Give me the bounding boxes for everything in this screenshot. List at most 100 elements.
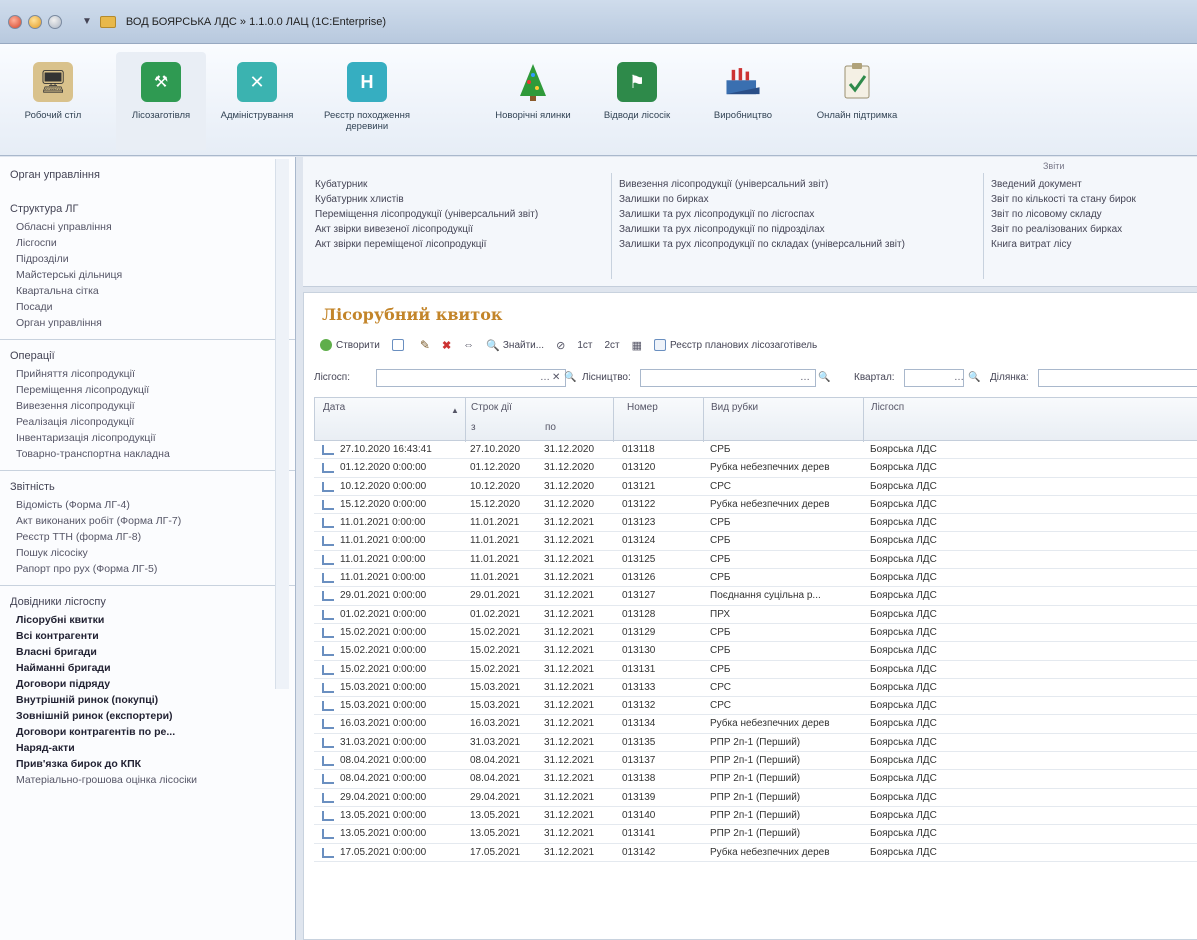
- column-header-to[interactable]: по: [545, 422, 556, 433]
- table-row[interactable]: 13.05.2021 0:00:00 13.05.2021 31.12.2021 01…: [314, 825, 1197, 844]
- table-row[interactable]: 08.04.2021 0:00:00 08.04.2021 31.12.2021 01…: [314, 752, 1197, 771]
- copy-button[interactable]: [391, 339, 408, 351]
- lisnytstvo-filter-input[interactable]: [640, 369, 816, 387]
- ribbon-item-desktop[interactable]: 🖥 Робочий стіл: [8, 58, 98, 121]
- function-link[interactable]: Книга витрат лісу: [991, 237, 1136, 252]
- table-row[interactable]: 11.01.2021 0:00:00 11.01.2021 31.12.2021 01…: [314, 514, 1197, 533]
- table-row[interactable]: 31.03.2021 0:00:00 31.03.2021 31.12.2021 01…: [314, 734, 1197, 753]
- delete-button[interactable]: ✖: [442, 339, 451, 352]
- ribbon-item-online-support[interactable]: Онлайн підтримка: [812, 58, 902, 121]
- function-link[interactable]: Залишки по бирках: [619, 192, 905, 207]
- ribbon-item-wood-origin-register[interactable]: H Реєстр походження деревини: [322, 58, 412, 132]
- forestry-filter-select-button[interactable]: …: [540, 372, 550, 383]
- table-row[interactable]: 15.03.2021 0:00:00 15.03.2021 31.12.2021 01…: [314, 697, 1197, 716]
- second-stage-button[interactable]: 2ст: [604, 340, 619, 351]
- quarter-filter-open-icon[interactable]: 🔍: [968, 372, 980, 383]
- sidebar-item-contracts[interactable]: Договори підряду: [16, 676, 295, 692]
- sidebar-item-form-lg4[interactable]: Відомість (Форма ЛГ-4): [16, 497, 295, 513]
- sidebar-item-domestic-market[interactable]: Внутрішній ринок (покупці): [16, 692, 295, 708]
- table-row[interactable]: 29.01.2021 0:00:00 29.01.2021 31.12.2021 01…: [314, 587, 1197, 606]
- cancel-search-button[interactable]: ⊘: [556, 339, 565, 352]
- sidebar-item-tag-binding[interactable]: Прив'язка бирок до КПК: [16, 756, 295, 772]
- forestry-filter-open-icon[interactable]: 🔍: [564, 372, 576, 383]
- table-row[interactable]: 17.05.2021 0:00:00 17.05.2021 31.12.2021 01…: [314, 844, 1197, 862]
- function-link[interactable]: Звіт по лісовому складу: [991, 207, 1136, 222]
- function-link[interactable]: Залишки та рух лісопродукції по складах …: [619, 237, 905, 252]
- folder-icon[interactable]: [99, 15, 116, 28]
- ribbon-item-production[interactable]: Виробництво: [698, 58, 788, 121]
- sidebar-scrollbar[interactable]: [275, 159, 289, 689]
- function-link[interactable]: Акт звірки вивезеної лісопродукції: [315, 222, 538, 237]
- table-row[interactable]: 11.01.2021 0:00:00 11.01.2021 31.12.2021 01…: [314, 551, 1197, 570]
- function-link[interactable]: Вивезення лісопродукції (універсальний з…: [619, 177, 905, 192]
- function-link[interactable]: Кубатурник: [315, 177, 538, 192]
- sidebar-item-receipt[interactable]: Прийняття лісопродукції: [16, 366, 295, 382]
- table-row[interactable]: 27.10.2020 16:43:41 27.10.2020 31.12.2020 0…: [314, 441, 1197, 460]
- find-button[interactable]: 🔍 Знайти...: [486, 339, 544, 352]
- sort-asc-icon[interactable]: ▲: [451, 406, 459, 415]
- function-link[interactable]: Залишки та рух лісопродукції по підрозді…: [619, 222, 905, 237]
- sidebar-item-management-body[interactable]: Орган управління: [10, 169, 295, 181]
- column-header-from[interactable]: з: [471, 422, 476, 433]
- column-header-cutting-type[interactable]: Вид рубки: [711, 402, 758, 413]
- sidebar-item-regional-offices[interactable]: Обласні управління: [16, 219, 295, 235]
- edit-button[interactable]: ✎: [420, 338, 430, 352]
- sidebar-item-forestries[interactable]: Лісгоспи: [16, 235, 295, 251]
- table-row[interactable]: 11.01.2021 0:00:00 11.01.2021 31.12.2021 01…: [314, 532, 1197, 551]
- grid-button[interactable]: ▦: [632, 339, 642, 352]
- column-header-forestry[interactable]: Лісгосп: [871, 402, 904, 413]
- sidebar-item-divisions[interactable]: Підрозділи: [16, 251, 295, 267]
- ribbon-item-forest-harvest[interactable]: ⚒ Лісозаготівля: [116, 52, 206, 150]
- sidebar-item-contractor-contracts[interactable]: Договори контрагентів по ре...: [16, 724, 295, 740]
- first-stage-button[interactable]: 1ст: [577, 340, 592, 351]
- function-link[interactable]: Акт звірки переміщеної лісопродукції: [315, 237, 538, 252]
- sidebar-item-management-body-2[interactable]: Орган управління: [16, 315, 295, 331]
- sidebar-item-foreign-market[interactable]: Зовнішній ринок (експортери): [16, 708, 295, 724]
- function-link[interactable]: Переміщення лісопродукції (універсальний…: [315, 207, 538, 222]
- minimize-window-icon[interactable]: [28, 14, 42, 29]
- table-row[interactable]: 10.12.2020 0:00:00 10.12.2020 31.12.2020 01…: [314, 478, 1197, 496]
- ribbon-item-christmas-trees[interactable]: Новорічні ялинки: [488, 58, 578, 121]
- sidebar-item-master-sites[interactable]: Майстерські дільниця: [16, 267, 295, 283]
- table-row[interactable]: 01.02.2021 0:00:00 01.02.2021 31.12.2021 01…: [314, 606, 1197, 624]
- sidebar-item-valuation[interactable]: Матеріально-грошова оцінка лісосіки: [16, 772, 295, 788]
- plot-filter-input[interactable]: [1038, 369, 1197, 387]
- sidebar-item-positions[interactable]: Посади: [16, 299, 295, 315]
- create-button[interactable]: Створити: [320, 339, 380, 351]
- table-row[interactable]: 16.03.2021 0:00:00 16.03.2021 31.12.2021 01…: [314, 715, 1197, 734]
- table-row[interactable]: 11.01.2021 0:00:00 11.01.2021 31.12.2021 01…: [314, 569, 1197, 588]
- planned-harvest-register-button[interactable]: Реєстр планових лісозаготівель: [654, 339, 817, 351]
- forestry-filter-clear-icon[interactable]: ✕: [552, 372, 560, 383]
- sidebar-item-sale[interactable]: Реалізація лісопродукції: [16, 414, 295, 430]
- sidebar-item-export[interactable]: Вивезення лісопродукції: [16, 398, 295, 414]
- table-row[interactable]: 15.02.2021 0:00:00 15.02.2021 31.12.2021 01…: [314, 624, 1197, 643]
- columns-button[interactable]: ⇔: [463, 339, 474, 351]
- function-link[interactable]: Кубатурник хлистів: [315, 192, 538, 207]
- table-row[interactable]: 15.02.2021 0:00:00 15.02.2021 31.12.2021 01…: [314, 661, 1197, 679]
- sidebar-item-waybill[interactable]: Товарно-транспортна накладна: [16, 446, 295, 462]
- table-row[interactable]: 15.03.2021 0:00:00 15.03.2021 31.12.2021 01…: [314, 679, 1197, 698]
- close-window-icon[interactable]: [8, 14, 22, 29]
- table-row[interactable]: 15.12.2020 0:00:00 15.12.2020 31.12.2020 01…: [314, 496, 1197, 515]
- sidebar-item-hired-brigades[interactable]: Найманні бригади: [16, 660, 295, 676]
- maximize-window-icon[interactable]: [48, 14, 62, 29]
- sidebar-item-form-lg5[interactable]: Рапорт про рух (Форма ЛГ-5): [16, 561, 295, 577]
- sidebar-item-plot-search[interactable]: Пошук лісосіку: [16, 545, 295, 561]
- column-header-term[interactable]: Строк дії: [471, 402, 512, 413]
- quarter-filter-select-button[interactable]: …: [954, 372, 964, 383]
- sidebar-item-inventory[interactable]: Інвентаризація лісопродукції: [16, 430, 295, 446]
- table-row[interactable]: 29.04.2021 0:00:00 29.04.2021 31.12.2021 01…: [314, 789, 1197, 807]
- table-row[interactable]: 08.04.2021 0:00:00 08.04.2021 31.12.2021 01…: [314, 770, 1197, 789]
- sidebar-item-own-brigades[interactable]: Власні бригади: [16, 644, 295, 660]
- ribbon-item-cutting-areas[interactable]: ⚑ Відводи лісосік: [592, 58, 682, 121]
- sidebar-item-transfer[interactable]: Переміщення лісопродукції: [16, 382, 295, 398]
- sidebar-item-form-lg8[interactable]: Реєстр ТТН (форма ЛГ-8): [16, 529, 295, 545]
- function-link[interactable]: Залишки та рух лісопродукції по лісгоспа…: [619, 207, 905, 222]
- sidebar-item-form-lg7[interactable]: Акт виконаних робіт (Форма ЛГ-7): [16, 513, 295, 529]
- sidebar-item-all-contractors[interactable]: Всі контрагенти: [16, 628, 295, 644]
- forestry-filter-input[interactable]: [376, 369, 566, 387]
- table-row[interactable]: 13.05.2021 0:00:00 13.05.2021 31.12.2021 01…: [314, 807, 1197, 826]
- column-header-date[interactable]: Дата: [323, 402, 345, 413]
- column-header-number[interactable]: Номер: [627, 402, 658, 413]
- function-link[interactable]: Звіт по реалізованих бирках: [991, 222, 1136, 237]
